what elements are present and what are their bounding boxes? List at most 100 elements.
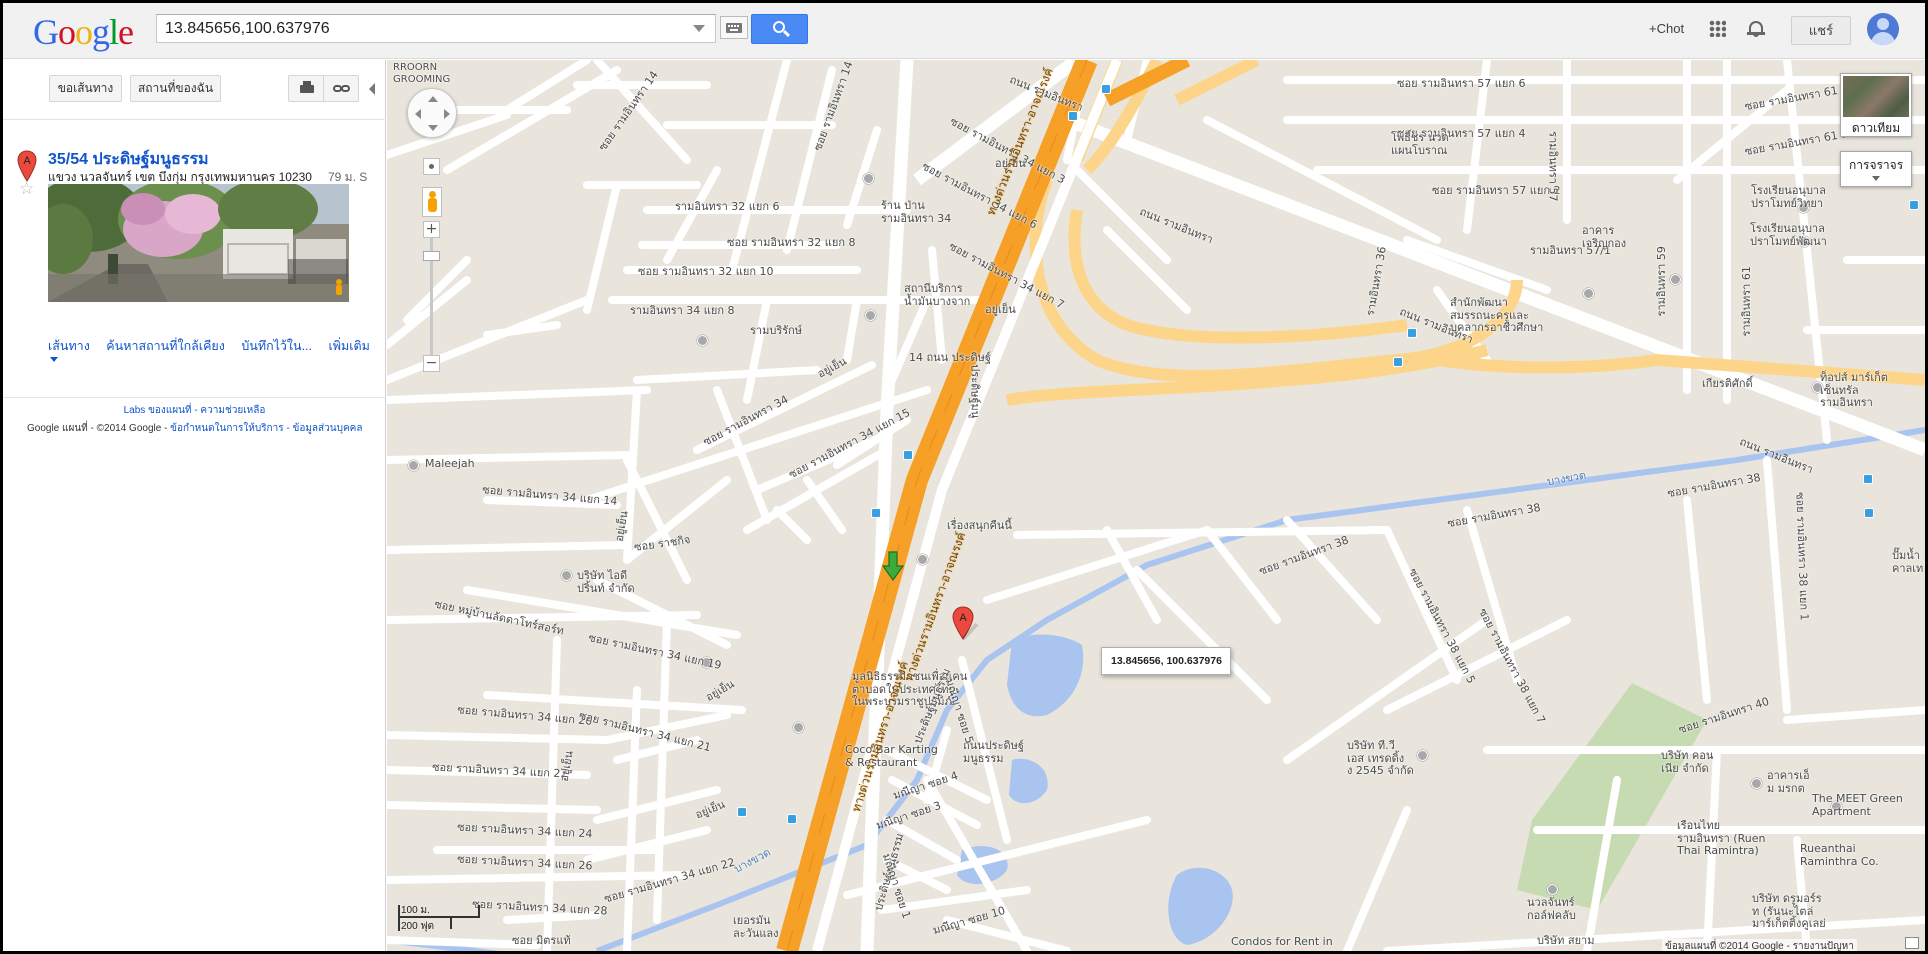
poi-icon[interactable] bbox=[917, 554, 928, 565]
collapse-panel-icon[interactable] bbox=[369, 83, 375, 95]
labs-help-links[interactable]: Labs ของแผนที่ - ความช่วยเหลือ bbox=[3, 403, 386, 418]
my-places-button[interactable]: สถานที่ของฉัน bbox=[130, 75, 221, 102]
map-label: ปั๊มน้ำ คาลเท bbox=[1892, 549, 1924, 575]
poi-icon[interactable] bbox=[1751, 778, 1762, 789]
terms-privacy-links[interactable]: ข้อกำหนดในการให้บริการ - ข้อมูลส่วนบุคคล bbox=[170, 423, 362, 434]
notifications-bell-icon[interactable] bbox=[1747, 19, 1765, 37]
divider bbox=[3, 119, 386, 120]
poi-icon[interactable] bbox=[865, 310, 876, 321]
search-button[interactable] bbox=[751, 14, 808, 44]
search-input[interactable] bbox=[157, 15, 677, 42]
pan-up-icon[interactable] bbox=[428, 96, 438, 102]
plus-profile-link[interactable]: +Chot bbox=[1649, 21, 1684, 36]
google-logo[interactable]: Google bbox=[33, 11, 134, 53]
map-label: โรงเรียนอนุบาล ปราโมทย์พัฒนา bbox=[1750, 222, 1827, 248]
svg-text:A: A bbox=[23, 155, 31, 167]
pegman-icon bbox=[336, 279, 342, 295]
poi-icon[interactable] bbox=[697, 335, 708, 346]
pegman-street-view-icon[interactable] bbox=[422, 187, 442, 217]
footer-copyright: Google แผนที่ - ©2014 Google - bbox=[27, 423, 171, 434]
search-box bbox=[156, 14, 716, 43]
keyboard-button[interactable] bbox=[720, 16, 748, 39]
poi-icon[interactable] bbox=[561, 570, 572, 581]
map-label: บริษัท ไอดี ปริ้นท์ จำกัด bbox=[577, 569, 635, 595]
map-label: รามอินทรา 32 แยก 6 bbox=[675, 200, 780, 213]
avatar[interactable] bbox=[1867, 13, 1899, 45]
more-link[interactable]: เพิ่มเติม bbox=[329, 339, 370, 353]
get-directions-button[interactable]: ขอเส้นทาง bbox=[49, 75, 122, 102]
bus-stop-icon[interactable] bbox=[737, 807, 747, 817]
map-label: เยอรมัน ละวันแลง bbox=[733, 914, 779, 940]
satellite-toggle[interactable]: ดาวเทียม bbox=[1840, 73, 1912, 137]
zoom-slider-handle[interactable] bbox=[423, 251, 440, 261]
zoom-out-button[interactable]: − bbox=[423, 355, 440, 372]
map-label: อาคารเอ็ม มรกต bbox=[1767, 769, 1810, 795]
map-label: RROORN GROOMING bbox=[393, 62, 451, 85]
result-action-links: เส้นทาง ค้นหาสถานที่ใกล้เคียง บันทึกไว้ใ… bbox=[48, 336, 383, 356]
star-icon[interactable]: ☆ bbox=[19, 181, 34, 198]
traffic-layer-dropdown[interactable]: การจราจร bbox=[1840, 151, 1912, 187]
street-view-thumbnail[interactable] bbox=[48, 184, 349, 302]
poi-icon[interactable] bbox=[793, 722, 804, 733]
map-base bbox=[387, 60, 1925, 951]
bus-stop-icon[interactable] bbox=[1101, 84, 1111, 94]
pan-left-icon[interactable] bbox=[415, 109, 421, 119]
chevron-down-icon[interactable] bbox=[50, 357, 58, 362]
coordinates-popup[interactable]: 13.845656, 100.637976 bbox=[1101, 647, 1231, 675]
bus-stop-icon[interactable] bbox=[1863, 474, 1873, 484]
browser-viewport: Google +Chot แชร์ ขอเส้นทาง สถานที่ของฉั… bbox=[3, 3, 1925, 951]
search-nearby-link[interactable]: ค้นหาสถานที่ใกล้เคียง bbox=[106, 339, 225, 353]
map-label: ซอย รามอินทรา 32 แยก 10 bbox=[638, 265, 774, 278]
directions-link[interactable]: เส้นทาง bbox=[48, 339, 90, 353]
footer: Google แผนที่ - ©2014 Google - ข้อกำหนดใ… bbox=[27, 421, 362, 436]
bus-stop-icon[interactable] bbox=[787, 814, 797, 824]
bus-stop-icon[interactable] bbox=[1909, 200, 1919, 210]
keyboard-icon bbox=[726, 23, 742, 33]
map-label: นวลจันทร์ กอล์ฟคลับ bbox=[1527, 896, 1576, 922]
search-dropdown-icon[interactable] bbox=[693, 25, 705, 32]
green-arrow-marker-icon[interactable] bbox=[881, 550, 905, 584]
satellite-label: ดาวเทียม bbox=[1851, 121, 1901, 135]
pan-control[interactable] bbox=[407, 88, 457, 138]
poi-icon[interactable] bbox=[1583, 288, 1594, 299]
poi-icon[interactable] bbox=[863, 173, 874, 184]
apps-grid-icon[interactable] bbox=[1709, 20, 1726, 37]
poi-icon[interactable] bbox=[408, 460, 419, 471]
left-panel: ขอเส้นทาง สถานที่ของฉัน A ☆ 35/54 ประดิษ… bbox=[3, 60, 386, 951]
map-label: เรือนไทย รามอินทรา (Ruen Thai Ramintra) bbox=[1677, 819, 1766, 858]
my-location-button[interactable] bbox=[423, 158, 440, 175]
map-label: ซอย มิตรแท้ bbox=[512, 934, 571, 947]
map-label: บริษัท สยาม bbox=[1537, 934, 1595, 947]
map-label: โพธิ์ชร นวด แผนโบราณ bbox=[1391, 131, 1449, 157]
map-label: เกียรติศักดิ์ bbox=[1702, 377, 1753, 390]
bus-stop-icon[interactable] bbox=[1407, 328, 1417, 338]
zoom-in-button[interactable]: + bbox=[423, 221, 440, 238]
map-label: รามบริรักษ์ bbox=[750, 324, 803, 337]
map-label: Coco-Bar Karting & Restaurant bbox=[845, 743, 938, 769]
report-problem-icon[interactable] bbox=[1905, 937, 1919, 949]
bus-stop-icon[interactable] bbox=[871, 508, 881, 518]
bus-stop-icon[interactable] bbox=[903, 450, 913, 460]
golf-icon[interactable] bbox=[1547, 884, 1558, 895]
link-button[interactable] bbox=[323, 75, 359, 102]
save-to-link[interactable]: บันทึกไว้ใน... bbox=[241, 339, 312, 353]
map-attribution[interactable]: ข้อมูลแผนที่ ©2014 Google - รายงานปัญหา bbox=[1662, 939, 1857, 951]
bus-stop-icon[interactable] bbox=[1393, 357, 1403, 367]
map-label: รามอินทรา 61 bbox=[1739, 266, 1753, 337]
satellite-thumbnail bbox=[1843, 76, 1909, 117]
scale-imperial: 200 ฟุต bbox=[401, 921, 435, 932]
map-canvas[interactable]: RROORN GROOMING ซอย รามอินทรา 14 ซอย รามอ… bbox=[387, 60, 1925, 951]
share-button[interactable]: แชร์ bbox=[1791, 16, 1851, 45]
poi-icon[interactable] bbox=[1417, 750, 1428, 761]
map-label: 14 ถนน ประดิษฐ์ bbox=[909, 351, 991, 364]
top-bar: Google +Chot แชร์ bbox=[3, 3, 1925, 59]
poi-icon[interactable] bbox=[1670, 274, 1681, 285]
map-label: เรื่องสนุกคืนนี้ bbox=[947, 519, 1012, 532]
pan-right-icon[interactable] bbox=[444, 109, 450, 119]
printer-icon bbox=[300, 81, 314, 93]
result-marker-icon: A bbox=[17, 150, 37, 182]
print-button[interactable] bbox=[288, 75, 324, 102]
pan-down-icon[interactable] bbox=[428, 125, 438, 131]
map-label: รามอินทรา 57 bbox=[1546, 131, 1560, 202]
bus-stop-icon[interactable] bbox=[1864, 508, 1874, 518]
